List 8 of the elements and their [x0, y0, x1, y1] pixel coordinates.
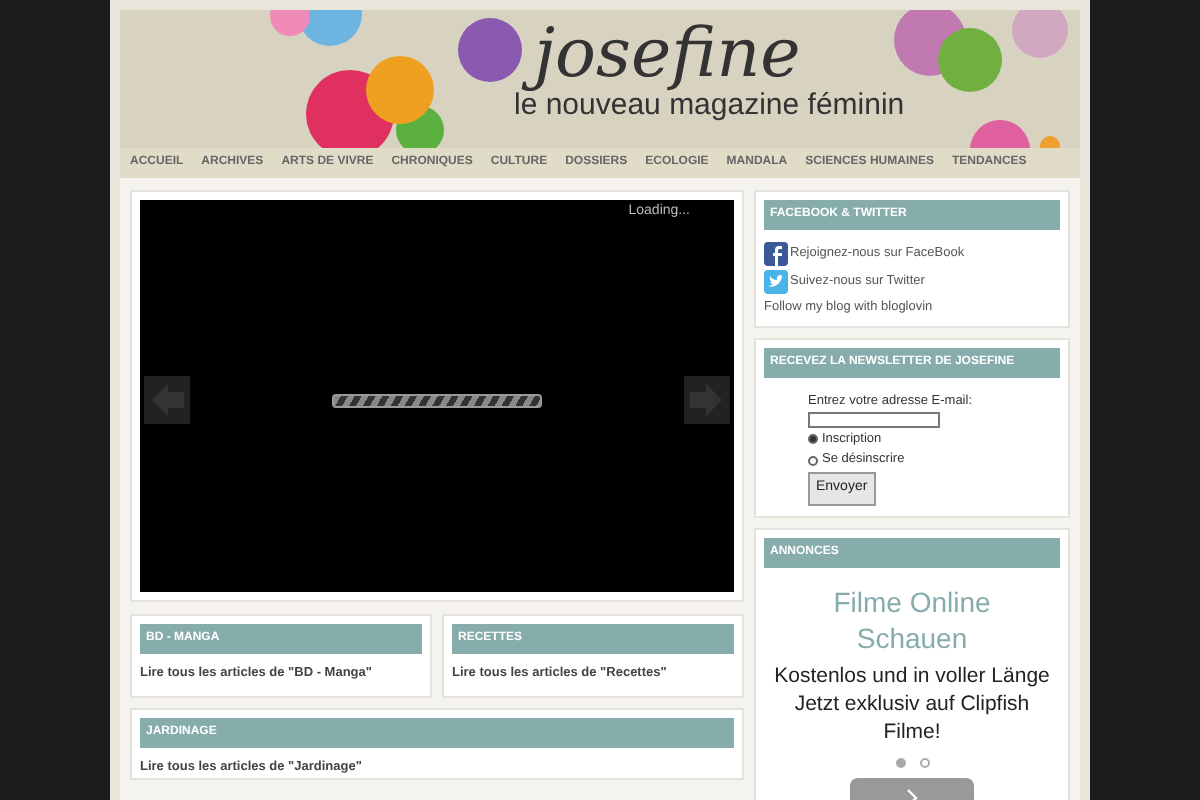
site-logo[interactable]: josefine — [514, 18, 905, 90]
ad-text: Kostenlos und in voller Länge Jetzt exklusiv auf Clipfish Filme! — [774, 661, 1050, 745]
radio-button[interactable] — [808, 455, 818, 466]
facebook-icon[interactable] — [764, 242, 788, 266]
email-field[interactable] — [808, 411, 940, 427]
site-tagline: le nouveau magazine féminin — [514, 90, 905, 122]
radio-button[interactable] — [808, 433, 818, 444]
ad-headline[interactable]: Filme Online Schauen — [792, 583, 1032, 655]
